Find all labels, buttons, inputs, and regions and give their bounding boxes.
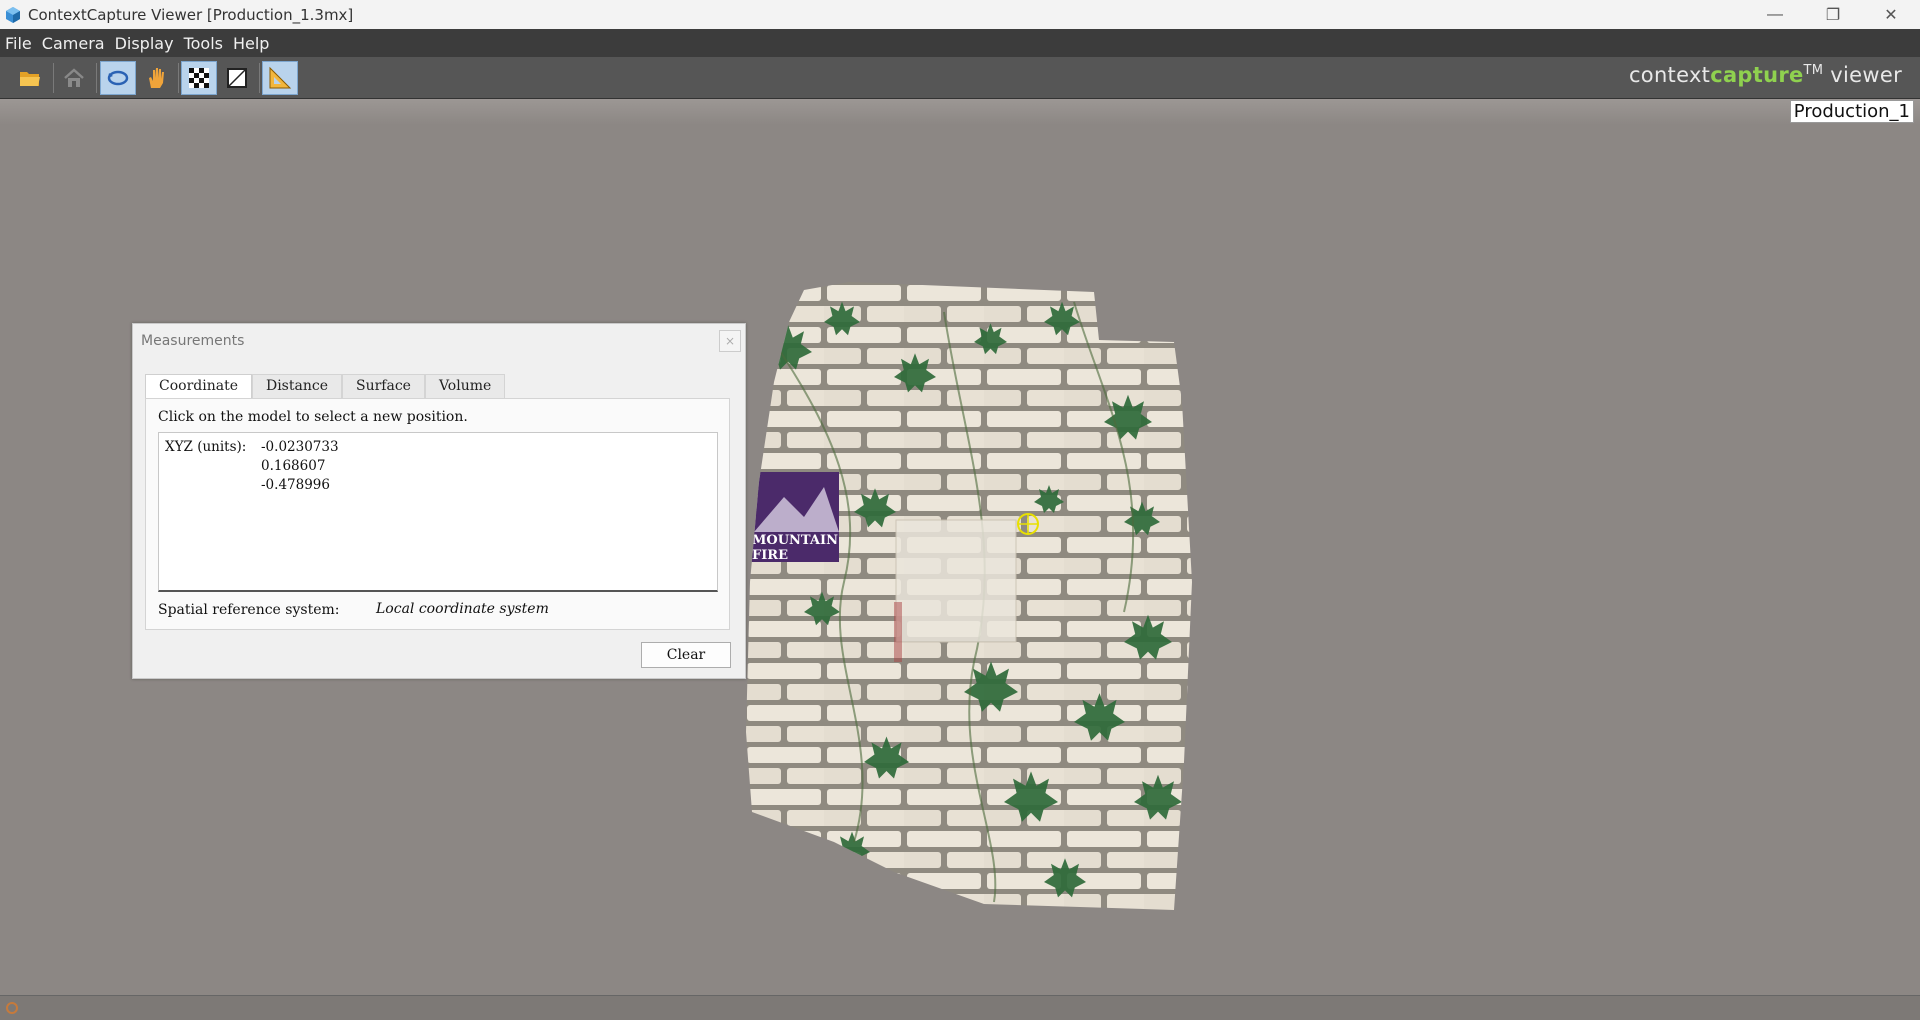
orbit-button[interactable] <box>100 61 136 95</box>
tab-volume[interactable]: Volume <box>424 374 506 398</box>
home-icon <box>64 68 84 87</box>
status-indicator-icon <box>6 1002 18 1014</box>
toolbar-separator <box>53 63 54 93</box>
measure-button[interactable] <box>262 61 298 95</box>
poster-line-2: FIRE <box>752 548 788 563</box>
tab-distance[interactable]: Distance <box>251 374 342 398</box>
menu-help[interactable]: Help <box>228 34 274 53</box>
toolbar-separator <box>178 63 179 93</box>
3d-model[interactable]: MOUNTAIN FIRE <box>744 282 1194 912</box>
menu-tools[interactable]: Tools <box>179 34 228 53</box>
crosshair-icon <box>1017 513 1039 535</box>
minimize-icon[interactable]: — <box>1746 0 1804 29</box>
brand-context: context <box>1628 63 1711 87</box>
menu-display[interactable]: Display <box>110 34 179 53</box>
home-button[interactable] <box>56 61 92 95</box>
menu-camera[interactable]: Camera <box>37 34 110 53</box>
toolbar-separator <box>259 63 260 93</box>
coordinate-output[interactable]: XYZ (units): -0.0230733 0.168607 -0.4789… <box>158 432 718 592</box>
dialog-title: Measurements <box>141 333 245 349</box>
window-title: ContextCapture Viewer [Production_1.3mx] <box>28 5 354 24</box>
texture-checker-icon <box>189 68 209 88</box>
window-controls: — ❐ ✕ <box>1746 0 1920 29</box>
menu-bar: File Camera Display Tools Help <box>0 29 1920 57</box>
measure-ruler-icon <box>269 66 292 89</box>
coordinate-z: -0.478996 <box>261 477 330 493</box>
pan-button[interactable] <box>138 61 174 95</box>
coordinate-x: -0.0230733 <box>261 439 339 455</box>
poster-line-1: MOUNTAIN <box>752 533 838 548</box>
close-icon[interactable]: ✕ <box>1862 0 1920 29</box>
coordinate-y: 0.168607 <box>261 458 326 474</box>
wireframe-icon <box>227 68 247 88</box>
restore-icon[interactable]: ❐ <box>1804 0 1862 29</box>
close-icon[interactable]: × <box>719 330 741 352</box>
menu-file[interactable]: File <box>0 34 37 53</box>
xyz-label: XYZ (units): <box>165 439 247 455</box>
srs-value: Local coordinate system <box>376 601 549 617</box>
tab-surface[interactable]: Surface <box>342 374 425 398</box>
orbit-icon <box>107 70 129 86</box>
brand-viewer: viewer <box>1823 63 1902 87</box>
title-bar: ContextCapture Viewer [Production_1.3mx]… <box>0 0 1920 29</box>
tab-coordinate[interactable]: Coordinate <box>145 374 252 399</box>
status-bar <box>0 995 1920 1020</box>
texture-button[interactable] <box>181 61 217 95</box>
pan-hand-icon <box>149 68 164 88</box>
coordinate-panel: Click on the model to select a new posit… <box>145 398 730 630</box>
production-label: Production_1 <box>1789 100 1914 123</box>
toolbar-separator <box>96 63 97 93</box>
open-button[interactable] <box>12 61 48 95</box>
wireframe-button[interactable] <box>219 61 255 95</box>
brand-tm: TM <box>1803 63 1824 78</box>
brand-logo: contextcaptureTM viewer <box>1629 63 1902 87</box>
instruction-text: Click on the model to select a new posit… <box>158 409 468 425</box>
measurement-tabs: Coordinate Distance Surface Volume <box>145 374 506 399</box>
cube-icon <box>6 6 20 23</box>
clear-button[interactable]: Clear <box>641 642 731 668</box>
srs-label: Spatial reference system: <box>158 602 340 618</box>
open-folder-icon <box>20 72 40 86</box>
measurements-dialog: Measurements × Coordinate Distance Surfa… <box>132 323 746 679</box>
brand-capture: capture <box>1710 63 1804 87</box>
toolbar: contextcaptureTM viewer <box>0 57 1920 99</box>
viewport-header <box>0 99 1920 125</box>
